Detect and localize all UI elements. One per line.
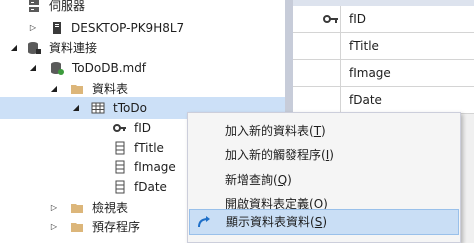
show-data-arrow-icon (198, 216, 210, 228)
tree-node-database[interactable]: ◢ ToDoDB.mdf (0, 57, 285, 79)
column-icon (115, 141, 125, 155)
grid-column-name[interactable]: fID (349, 6, 366, 32)
key-icon (113, 124, 126, 132)
tree-label-desktop: DESKTOP-PK9H8L7 (71, 21, 185, 35)
grid-row-selector[interactable] (293, 60, 341, 86)
data-connections-icon (28, 42, 41, 54)
database-icon (51, 62, 64, 75)
tree-label-data-connections: 資料連接 (49, 41, 98, 55)
context-menu: 加入新的資料表(T) 加入新的觸發程序(I) 新增查詢(Q) 開啟資料表定義(O… (187, 112, 461, 243)
grid-column-name[interactable]: fImage (349, 60, 391, 86)
menu-item-add-new-table[interactable]: 加入新的資料表(T) (189, 118, 459, 144)
menu-item-new-query[interactable]: 新增查詢(Q) (189, 167, 459, 193)
grid-row[interactable]: fTitle (293, 33, 474, 60)
expand-arrow-icon[interactable]: ▷ (28, 17, 38, 39)
tree-node-data-connections[interactable]: ◢ 資料連接 (0, 37, 285, 59)
tree-label-stored-procedures: 預存程序 (92, 220, 141, 234)
grid-column-name[interactable]: fDate (349, 87, 382, 113)
grid-row-selector[interactable] (293, 87, 341, 113)
grid-row[interactable]: fID (293, 6, 474, 33)
menu-item-add-new-trigger[interactable]: 加入新的觸發程序(I) (189, 142, 459, 168)
collapse-arrow-icon[interactable]: ◢ (71, 97, 81, 119)
folder-icon (71, 223, 83, 232)
table-icon (91, 102, 105, 114)
tree-label-table-ttodo: tToDo (113, 101, 147, 115)
computer-icon (53, 22, 61, 34)
tree-label-column: fImage (134, 160, 176, 174)
collapse-arrow-icon[interactable]: ◢ (9, 37, 19, 59)
tree-label-database: ToDoDB.mdf (72, 61, 147, 75)
grid-row[interactable]: fImage (293, 60, 474, 87)
folder-icon (71, 204, 83, 213)
grid-row[interactable]: fDate (293, 87, 474, 114)
column-icon (115, 180, 125, 194)
grid-column-name[interactable]: fTitle (349, 33, 379, 59)
grid-row-selector[interactable] (293, 33, 341, 59)
key-icon (323, 15, 338, 23)
menu-item-show-table-data[interactable]: 顯示資料表資料(S) (189, 209, 459, 235)
tree-node-desktop[interactable]: ▷ DESKTOP-PK9H8L7 (0, 17, 285, 39)
tree-label-column: fDate (134, 180, 167, 194)
expand-arrow-icon[interactable]: ▷ (49, 216, 59, 238)
server-icon (29, 0, 39, 12)
column-icon (115, 160, 125, 174)
tree-label-column: fID (134, 121, 152, 135)
tree-label-servers: 伺服器 (49, 0, 86, 13)
collapse-arrow-icon[interactable]: ◢ (28, 57, 38, 79)
tree-node-servers[interactable]: 伺服器 (0, 0, 285, 17)
grid-row-selector[interactable] (293, 6, 341, 32)
folder-icon (71, 85, 83, 94)
